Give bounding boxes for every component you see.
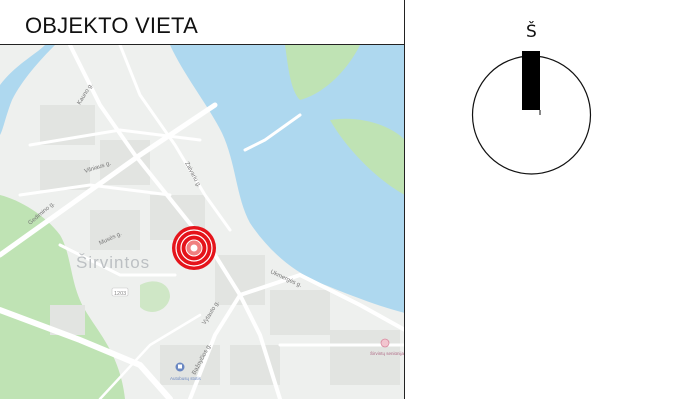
compass-drawing: Š xyxy=(471,20,592,175)
north-compass: Š xyxy=(470,15,595,185)
poi-label: Autobusų stotis xyxy=(170,376,202,381)
town-label: Širvintos xyxy=(76,253,150,272)
map-canvas: Kauno g. Vilniaus g. Zalvariu g. Gedimin… xyxy=(0,45,405,399)
page-title: OBJEKTO VIETA xyxy=(25,13,198,38)
object-location-marker[interactable] xyxy=(172,226,216,270)
poi-icon xyxy=(380,338,390,348)
title-frame: OBJEKTO VIETA xyxy=(0,0,405,45)
north-needle xyxy=(522,51,540,110)
road-number-badge: 1203 xyxy=(114,291,126,297)
location-map[interactable]: Kauno g. Vilniaus g. Zalvariu g. Gedimin… xyxy=(0,45,405,399)
north-label: Š xyxy=(526,20,537,42)
poi-label: Širvintų seniūnija xyxy=(370,350,405,356)
